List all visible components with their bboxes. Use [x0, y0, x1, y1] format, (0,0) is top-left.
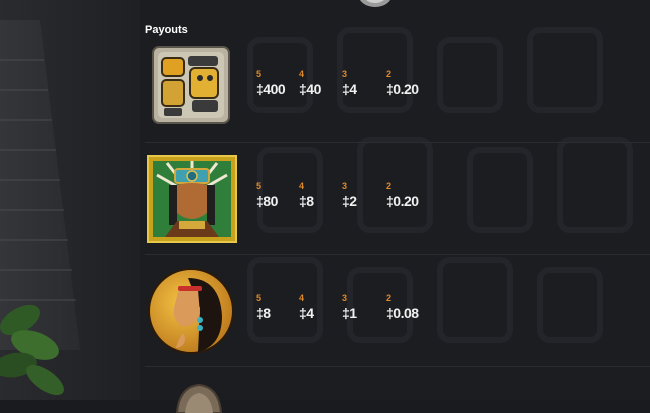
payout-amount: ‡0.08 — [386, 305, 419, 321]
coin-icon — [359, 0, 391, 7]
payout-amount: ‡2 — [342, 193, 357, 209]
payout-5-of-a-kind: 5 ‡80 — [256, 181, 296, 209]
payout-amount: ‡40 — [299, 81, 321, 97]
payout-count: 5 — [256, 293, 262, 303]
payout-count: 4 — [299, 69, 305, 79]
payout-4-of-a-kind: 4 ‡40 — [299, 69, 339, 97]
payout-3-of-a-kind: 3 ‡4 — [342, 69, 382, 97]
payout-row: 5 ‡80 4 ‡8 3 ‡2 2 ‡0.20 — [145, 143, 650, 255]
glyph-tablet-icon — [152, 46, 230, 124]
payout-row: 5 ‡400 4 ‡40 3 ‡4 2 ‡0.20 — [145, 31, 650, 143]
payout-count: 3 — [342, 181, 348, 191]
payout-count: 3 — [342, 69, 348, 79]
aztec-chief-icon — [147, 155, 237, 243]
payout-2-of-a-kind: 2 ‡0.20 — [386, 69, 426, 97]
payout-amount: ‡80 — [256, 193, 278, 209]
payout-count: 2 — [386, 181, 392, 191]
aztec-woman-icon — [148, 268, 234, 354]
payout-row: 5 ‡8 4 ‡4 3 ‡1 2 ‡0.08 — [145, 255, 650, 367]
payout-amount: ‡400 — [256, 81, 286, 97]
game-background — [0, 0, 150, 400]
payout-count: 5 — [256, 69, 262, 79]
payout-amount: ‡0.20 — [386, 193, 419, 209]
payout-count: 3 — [342, 293, 348, 303]
payout-amount: ‡8 — [299, 193, 314, 209]
payout-amount: ‡4 — [342, 81, 357, 97]
payout-5-of-a-kind: 5 ‡400 — [256, 69, 296, 97]
payout-amount: ‡1 — [342, 305, 357, 321]
row-divider — [145, 366, 650, 367]
payout-4-of-a-kind: 4 ‡4 — [299, 293, 339, 321]
payout-2-of-a-kind: 2 ‡0.20 — [386, 181, 426, 209]
payout-2-of-a-kind: 2 ‡0.08 — [386, 293, 426, 321]
payout-3-of-a-kind: 3 ‡2 — [342, 181, 382, 209]
payout-amount: ‡8 — [256, 305, 271, 321]
payout-count: 2 — [386, 293, 392, 303]
payout-amount: ‡4 — [299, 305, 314, 321]
payout-amount: ‡0.20 — [386, 81, 419, 97]
payout-count: 4 — [299, 181, 305, 191]
payout-4-of-a-kind: 4 ‡8 — [299, 181, 339, 209]
jungle-leaves-icon — [0, 304, 64, 396]
payout-count: 5 — [256, 181, 262, 191]
payout-3-of-a-kind: 3 ‡1 — [342, 293, 382, 321]
next-symbol-icon — [175, 383, 223, 413]
payout-count: 4 — [299, 293, 305, 303]
payout-count: 2 — [386, 69, 392, 79]
payout-5-of-a-kind: 5 ‡8 — [256, 293, 296, 321]
